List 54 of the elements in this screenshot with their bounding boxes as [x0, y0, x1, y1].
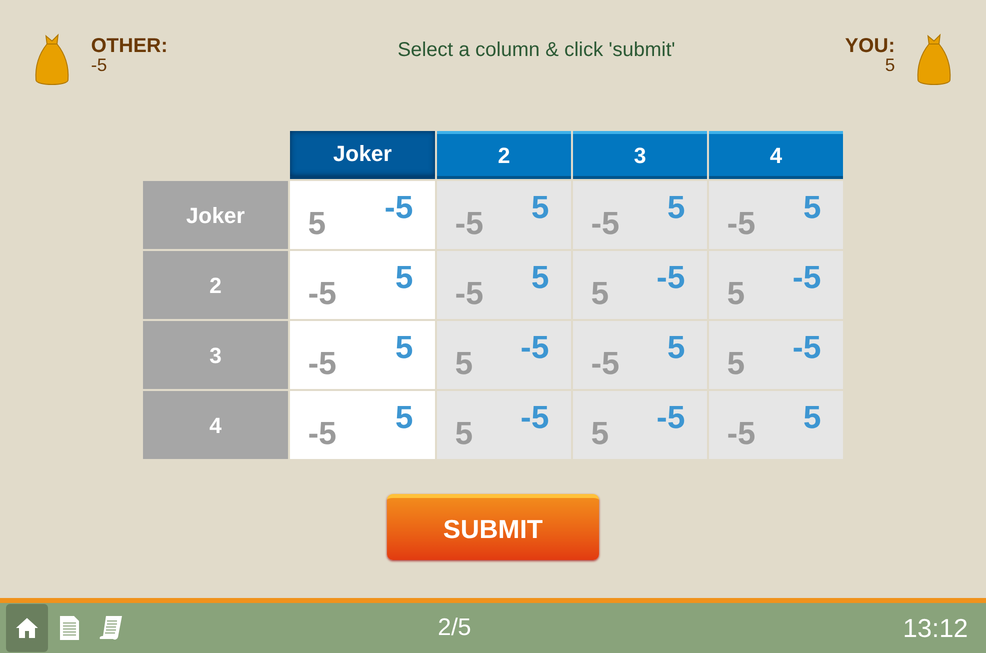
column-header[interactable]: 3 — [573, 131, 707, 179]
instruction-text: Select a column & click 'submit' — [397, 38, 676, 63]
upper-payoff: 5 — [531, 191, 549, 223]
upper-payoff: -5 — [384, 191, 413, 223]
document-icon — [58, 615, 80, 641]
lower-payoff: -5 — [591, 207, 620, 239]
upper-payoff: -5 — [520, 401, 549, 433]
home-icon — [15, 616, 39, 640]
other-label: OTHER: — [91, 36, 168, 56]
lower-payoff: 5 — [308, 207, 326, 239]
row-header: 3 — [143, 321, 288, 389]
lower-payoff: -5 — [308, 347, 336, 379]
lower-payoff: -5 — [727, 417, 756, 449]
upper-payoff: 5 — [667, 191, 685, 223]
upper-payoff: 5 — [395, 401, 413, 433]
lower-payoff: -5 — [591, 347, 620, 379]
column-header[interactable]: Joker — [290, 131, 435, 179]
money-bag-icon — [915, 32, 953, 88]
upper-payoff: 5 — [395, 331, 413, 363]
home-button[interactable] — [6, 604, 48, 652]
lower-payoff: -5 — [308, 277, 336, 309]
lower-payoff: 5 — [727, 277, 745, 309]
submit-button[interactable]: SUBMIT — [387, 494, 599, 560]
column-header[interactable]: 4 — [709, 131, 843, 179]
lower-payoff: 5 — [455, 347, 473, 379]
row-header: Joker — [143, 181, 288, 249]
upper-payoff: 5 — [395, 261, 413, 293]
lower-payoff: 5 — [591, 417, 609, 449]
upper-payoff: 5 — [531, 261, 549, 293]
upper-payoff: -5 — [656, 401, 685, 433]
upper-payoff: -5 — [656, 261, 685, 293]
lower-payoff: -5 — [308, 417, 336, 449]
upper-payoff: 5 — [803, 191, 821, 223]
you-score: 5 — [884, 56, 895, 74]
clock-time: 13:12 — [902, 612, 968, 644]
upper-payoff: 5 — [667, 331, 685, 363]
lower-payoff: -5 — [455, 207, 484, 239]
row-header: 2 — [143, 251, 288, 319]
upper-payoff: -5 — [520, 331, 549, 363]
upper-payoff: 5 — [803, 401, 821, 433]
you-label: YOU: — [845, 36, 895, 56]
lower-payoff: 5 — [455, 417, 473, 449]
upper-payoff: -5 — [792, 261, 821, 293]
row-header: 4 — [143, 391, 288, 459]
money-bag-icon — [33, 32, 71, 88]
other-score: -5 — [91, 56, 108, 74]
column-header[interactable]: 2 — [437, 131, 571, 179]
lower-payoff: 5 — [591, 277, 609, 309]
scroll-icon — [98, 615, 124, 641]
lower-payoff: 5 — [727, 347, 745, 379]
lower-payoff: -5 — [727, 207, 756, 239]
progress-text: 2/5 — [438, 613, 472, 643]
upper-payoff: -5 — [792, 331, 821, 363]
lower-payoff: -5 — [455, 277, 484, 309]
